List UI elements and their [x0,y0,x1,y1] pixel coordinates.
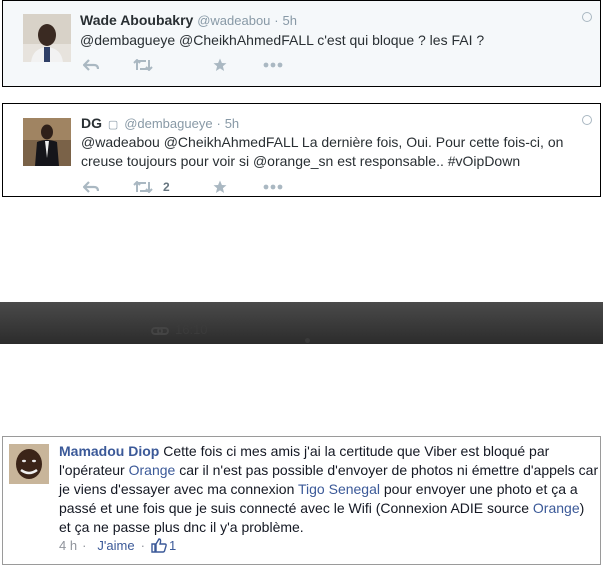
reply-button[interactable] [83,181,133,193]
tweet-text: @wadeabou @CheikhAhmedFALL La dernière f… [81,134,564,169]
tweet-wade-aboubakry[interactable]: Wade Aboubakry @wadeabou · 5h @dembaguey… [2,0,601,87]
avatar[interactable] [23,118,71,166]
fullname[interactable]: DG [81,115,102,131]
favorite-button[interactable] [213,58,263,72]
more-button[interactable] [263,62,313,68]
indicator-dot [305,338,310,343]
like-count: 1 [168,538,177,553]
more-icon [263,62,283,68]
separator: · [274,13,279,28]
reply-icon [83,181,99,193]
handle[interactable]: @dembagueye [124,116,212,131]
comment-author[interactable]: Mamadou Diop [59,443,159,459]
tweet-header: Wade Aboubakry @wadeabou · 5h [80,12,297,28]
star-icon [213,58,227,71]
facebook-comment: Mamadou Diop Cette fois ci mes amis j'ai… [2,436,601,565]
timestamp[interactable]: 5h [283,13,297,28]
comment-meta: 4 h · J'aime · 1 [59,538,176,553]
avatar[interactable] [23,14,71,62]
separator: · [82,538,87,553]
retweet-button[interactable] [133,59,213,71]
tweet-actions [83,58,313,72]
video-strip: 16:10 [0,302,603,344]
retweet-button[interactable]: 2 [133,180,213,194]
tweet-text: @dembagueye @CheikhAhmedFALL c'est qui b… [80,32,485,48]
avatar[interactable] [9,444,49,484]
separator: · [140,538,145,553]
more-icon [263,184,283,190]
like-button[interactable]: J'aime [97,538,134,553]
reply-button[interactable] [83,59,133,71]
retweet-count: 2 [163,180,170,194]
comment-body: Mamadou Diop Cette fois ci mes amis j'ai… [59,442,599,537]
more-button[interactable] [263,184,313,190]
reply-icon [83,59,99,71]
separator: · [216,116,221,131]
globe-icon [582,12,592,22]
favorite-button[interactable] [213,180,263,194]
retweet-icon [133,59,153,71]
page-link-orange[interactable]: Orange [129,462,176,478]
tweet-actions: 2 [83,180,313,194]
globe-icon [582,115,592,125]
page-link-orange[interactable]: Orange [533,500,580,516]
verified-icon: ▢ [107,119,119,131]
retweet-icon [133,181,153,193]
fullname[interactable]: Wade Aboubakry [80,12,193,28]
handle[interactable]: @wadeabou [197,13,270,28]
like-count-button[interactable]: 1 [151,538,176,553]
timestamp[interactable]: 5h [225,116,239,131]
link-icon [151,327,169,335]
tweet-header: DG ▢ @dembagueye · 5h [81,115,239,131]
video-time: 16:10 [175,322,208,337]
page-link-tigo-senegal[interactable]: Tigo Senegal [298,481,380,497]
comment-time[interactable]: 4 h [59,538,77,553]
star-icon [213,180,227,193]
thumbs-up-icon [151,538,167,553]
tweet-dg[interactable]: DG ▢ @dembagueye · 5h @wadeabou @CheikhA… [2,103,601,197]
